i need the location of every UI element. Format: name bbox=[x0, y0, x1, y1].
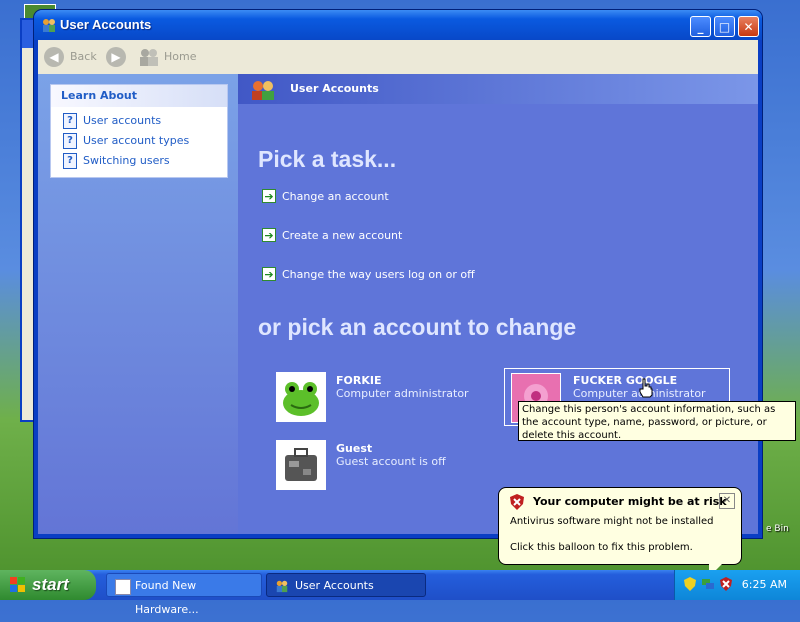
learn-about-heading: Learn About bbox=[51, 85, 227, 107]
start-button[interactable]: start bbox=[0, 570, 96, 600]
learn-item-label: User accounts bbox=[83, 114, 162, 127]
clock: 6:25 AM bbox=[741, 578, 787, 591]
security-center-icon[interactable] bbox=[683, 577, 697, 591]
banner-title: User Accounts bbox=[290, 82, 379, 95]
toolbar: ◀ Back ▶ Home bbox=[38, 40, 758, 75]
back-button[interactable]: Back bbox=[70, 50, 97, 63]
task-change-account[interactable]: ➔ Change an account bbox=[262, 188, 389, 206]
account-role: Computer administrator bbox=[336, 387, 469, 400]
security-shield-icon bbox=[510, 494, 524, 510]
user-accounts-icon bbox=[252, 81, 274, 100]
help-icon: ? bbox=[63, 153, 77, 169]
back-arrow-icon[interactable]: ◀ bbox=[44, 47, 64, 67]
windows-logo-icon bbox=[10, 577, 25, 592]
learn-item-switching-users[interactable]: ? Switching users bbox=[51, 151, 227, 171]
maximize-button[interactable]: □ bbox=[714, 16, 735, 37]
account-role: Guest account is off bbox=[336, 455, 446, 468]
content-area: Learn About ? User accounts ? User accou… bbox=[38, 74, 758, 534]
system-tray: 6:25 AM bbox=[674, 570, 800, 600]
green-arrow-icon: ➔ bbox=[262, 267, 276, 281]
balloon-hint: Click this balloon to fix this problem. bbox=[510, 542, 693, 553]
balloon-message: Antivirus software might not be installe… bbox=[510, 516, 714, 527]
green-arrow-icon: ➔ bbox=[262, 228, 276, 242]
pick-account-heading: or pick an account to change bbox=[258, 314, 577, 340]
account-name: FORKIE bbox=[336, 374, 382, 387]
security-balloon[interactable]: Your computer might be at risk Antivirus… bbox=[498, 487, 742, 577]
taskbar-task-label: Found New Hardware... bbox=[135, 579, 199, 616]
taskbar-task-found-hardware[interactable]: Found New Hardware... bbox=[106, 573, 262, 616]
security-alert-icon[interactable] bbox=[719, 577, 733, 591]
taskbar: start Found New Hardware... User Account… bbox=[0, 570, 800, 616]
left-pane: Learn About ? User accounts ? User accou… bbox=[38, 74, 238, 534]
task-label: Change the way users log on or off bbox=[282, 268, 475, 281]
account-name: FUCKER GOOGLE bbox=[573, 374, 678, 387]
balloon-title: Your computer might be at risk bbox=[533, 495, 727, 508]
forward-arrow-icon[interactable]: ▶ bbox=[106, 47, 126, 67]
account-tooltip: Change this person's account information… bbox=[518, 401, 796, 441]
learn-item-label: User account types bbox=[83, 134, 190, 147]
users-icon bbox=[43, 19, 55, 32]
frog-avatar bbox=[276, 372, 326, 422]
learn-about-box: Learn About ? User accounts ? User accou… bbox=[50, 84, 228, 178]
close-button[interactable]: ✕ bbox=[738, 16, 759, 37]
home-users-icon[interactable] bbox=[138, 47, 160, 67]
main-pane: User Accounts Pick a task... ➔ Change an… bbox=[238, 74, 758, 534]
balloon-close-button[interactable]: ✕ bbox=[719, 493, 735, 509]
learn-item-user-accounts[interactable]: ? User accounts bbox=[51, 111, 227, 131]
help-icon: ? bbox=[63, 133, 77, 149]
account-forkie[interactable]: FORKIE Computer administrator bbox=[276, 372, 500, 428]
desktop-recycle-bin-label: e Bin bbox=[766, 524, 789, 534]
task-label: Create a new account bbox=[282, 229, 403, 242]
taskbar-task-user-accounts[interactable]: User Accounts bbox=[266, 573, 426, 597]
task-change-logon[interactable]: ➔ Change the way users log on or off bbox=[262, 266, 475, 284]
task-label: Change an account bbox=[282, 190, 389, 203]
network-icon[interactable] bbox=[701, 577, 715, 591]
learn-item-account-types[interactable]: ? User account types bbox=[51, 131, 227, 151]
account-name: Guest bbox=[336, 442, 373, 455]
user-accounts-window: User Accounts _ □ ✕ ◀ Back ▶ Home Learn … bbox=[34, 10, 762, 538]
users-icon bbox=[276, 580, 288, 593]
green-arrow-icon: ➔ bbox=[262, 189, 276, 203]
home-button[interactable]: Home bbox=[164, 50, 196, 63]
pick-task-heading: Pick a task... bbox=[258, 146, 397, 172]
title-bar[interactable]: User Accounts _ □ ✕ bbox=[34, 10, 762, 40]
task-create-account[interactable]: ➔ Create a new account bbox=[262, 227, 402, 245]
taskbar-task-label: User Accounts bbox=[295, 579, 374, 592]
window-title: User Accounts bbox=[60, 17, 152, 32]
learn-item-label: Switching users bbox=[83, 154, 170, 167]
start-label: start bbox=[32, 575, 69, 594]
help-icon: ? bbox=[63, 113, 77, 129]
account-guest[interactable]: Guest Guest account is off bbox=[276, 440, 500, 496]
window-icon bbox=[115, 579, 131, 595]
hand-cursor-icon bbox=[639, 378, 653, 398]
banner: User Accounts bbox=[238, 74, 758, 104]
suitcase-avatar bbox=[276, 440, 326, 490]
minimize-button[interactable]: _ bbox=[690, 16, 711, 37]
